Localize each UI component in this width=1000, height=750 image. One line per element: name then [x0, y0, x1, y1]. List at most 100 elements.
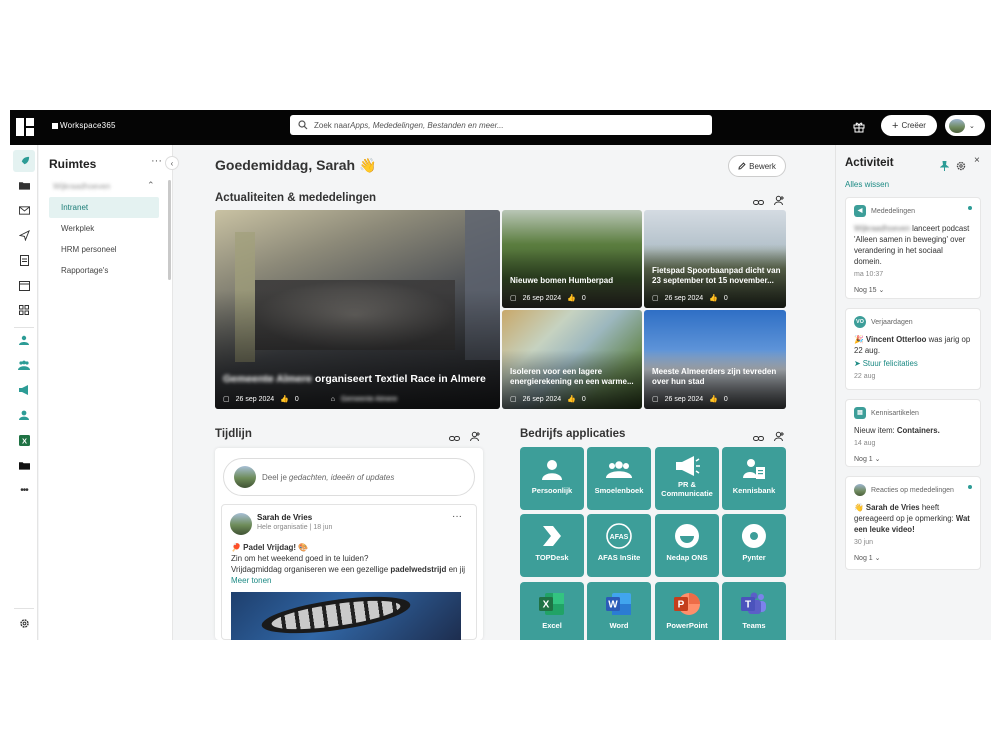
activity-card-reacties[interactable]: Reacties op mededelingen 👋 Sarah de Vrie… [845, 476, 981, 570]
app-teams[interactable]: T Teams [722, 582, 786, 640]
spaces-title: Ruimtes [49, 157, 97, 171]
show-more-link[interactable]: Nog 1 ⌄ [854, 553, 972, 564]
apps-grid-icon[interactable] [16, 302, 32, 318]
spaces-scrollbar[interactable] [168, 180, 171, 280]
clear-all-link[interactable]: Alles wissen [845, 180, 889, 189]
app-powerpoint[interactable]: P PowerPoint [655, 582, 719, 640]
search-input[interactable]: Zoek naar Apps, Mededelingen, Bestanden … [290, 115, 712, 135]
rocket-icon[interactable] [13, 150, 35, 172]
manage-users-icon[interactable] [774, 429, 785, 447]
app-kennisbank[interactable]: Kennisbank [722, 447, 786, 510]
unread-dot [968, 485, 972, 489]
wave-emoji: 👋 [854, 503, 864, 512]
pin-icon[interactable] [939, 158, 950, 176]
link-icon[interactable] [449, 430, 460, 448]
excel-icon[interactable]: X [16, 432, 32, 448]
app-excel[interactable]: X Excel [520, 582, 584, 640]
send-congrats-link[interactable]: ➤ Stuur felicitaties [854, 358, 972, 369]
svg-text:W: W [608, 600, 618, 611]
space-group-label[interactable]: Wijkraadhoeven [53, 182, 110, 191]
timeline-card: Deel je gedachten, ideeën of updates Sar… [215, 448, 483, 640]
edit-button[interactable]: Bewerk [728, 155, 786, 177]
post-meta: Hele organisatie | 18 jun [257, 524, 333, 531]
activity-card-mededelingen[interactable]: ◀ Mededelingen Wijkraadhoeven lanceert po… [845, 197, 981, 299]
book-icon: ▤ [854, 407, 866, 419]
group-icon[interactable] [16, 357, 32, 373]
party-icon: 🎉 [854, 335, 864, 344]
news-tile-almeerders-tevreden[interactable]: Meeste Almeerders zijn tevreden over hun… [644, 310, 786, 409]
pynter-icon [741, 519, 767, 553]
space-item-rapportages[interactable]: Rapportage's [49, 260, 159, 281]
app-smoelenboek[interactable]: Smoelenboek [587, 447, 651, 510]
spaces-panel: Ruimtes ··· ‹ Wijkraadhoeven ⌃ Intranet … [39, 145, 179, 640]
more-dots-icon[interactable]: ••• [16, 482, 32, 498]
app-pr-communicatie[interactable]: PR & Communicatie [655, 447, 719, 510]
news-meta: ▢ 26 sep 2024 👍 0 [652, 294, 728, 303]
workspace-logo-icon[interactable] [16, 118, 34, 136]
folder-icon[interactable] [16, 177, 32, 193]
search-icon [298, 120, 308, 130]
post-more-button[interactable]: ··· [452, 511, 462, 522]
group-icon [606, 452, 632, 486]
chevron-left-icon: ‹ [170, 158, 174, 168]
space-item-intranet[interactable]: Intranet [49, 197, 159, 218]
news-tile-fietspad[interactable]: Fietspad Spoorbaanpad dicht van 23 septe… [644, 210, 786, 308]
settings-gear-icon[interactable] [16, 615, 32, 631]
app-afas-insite[interactable]: AFAS AFAS InSite [587, 514, 651, 577]
rail-divider [14, 327, 34, 328]
app-pynter[interactable]: Pynter [722, 514, 786, 577]
spaces-more-button[interactable]: ··· [151, 155, 162, 167]
calendar-icon[interactable] [16, 277, 32, 293]
gift-icon[interactable] [853, 120, 865, 138]
post-image[interactable] [231, 592, 461, 640]
activity-card-verjaardagen[interactable]: VO Verjaardagen 🎉 Vincent Otterloo was ja… [845, 308, 981, 390]
people-icon[interactable] [16, 332, 32, 348]
chevron-up-icon[interactable]: ⌃ [147, 180, 155, 191]
unread-dot [968, 206, 972, 210]
news-tile-textiel-race[interactable]: Gemeente Almere organiseert Textiel Race… [215, 210, 500, 409]
manage-users-icon[interactable] [470, 429, 481, 447]
show-more-link[interactable]: Nog 1 ⌄ [854, 454, 972, 465]
gear-icon[interactable] [956, 158, 966, 176]
create-button[interactable]: + Creëer [881, 115, 937, 136]
close-icon[interactable]: × [974, 155, 980, 166]
search-prefix: Zoek naar [314, 120, 351, 130]
megaphone-icon[interactable] [16, 382, 32, 398]
person-icon[interactable] [16, 407, 32, 423]
thumbs-up-icon: 👍 [280, 396, 289, 403]
space-item-hrm-personeel[interactable]: HRM personeel [49, 239, 159, 260]
search-hint: Apps, Mededelingen, Bestanden en meer... [350, 120, 504, 130]
news-meta: ▢ 26 sep 2024 👍 0 [652, 395, 728, 404]
activity-title: Activiteit [845, 157, 894, 169]
mail-icon[interactable] [16, 202, 32, 218]
post-author[interactable]: Sarah de Vries [257, 513, 312, 522]
avatar [854, 484, 866, 496]
send-icon[interactable] [16, 227, 32, 243]
news-title: Gemeente Almere organiseert Textiel Race… [223, 373, 486, 385]
show-more-link[interactable]: Meer tonen [231, 575, 471, 586]
collapse-panel-button[interactable]: ‹ [165, 156, 179, 170]
svg-text:X: X [21, 436, 26, 445]
app-nedap-ons[interactable]: Nedap ONS [655, 514, 719, 577]
document-icon[interactable] [16, 252, 32, 268]
space-item-werkplek[interactable]: Werkplek [49, 218, 159, 239]
activity-card-kennisartikelen[interactable]: ▤ Kennisartikelen Nieuw item: Containers.… [845, 399, 981, 467]
news-tile-isoleren[interactable]: Isoleren voor een lagere energierekening… [502, 310, 642, 409]
top-bar: Workspace365 Zoek naar Apps, Mededelinge… [10, 110, 991, 145]
news-tile-nieuwe-bomen[interactable]: Nieuwe bomen Humberpad ▢ 26 sep 2024 👍 0 [502, 210, 642, 308]
powerpoint-icon: P [674, 587, 700, 621]
app-persoonlijk[interactable]: Persoonlijk [520, 447, 584, 510]
app-topdesk[interactable]: TOPDesk [520, 514, 584, 577]
link-icon[interactable] [753, 430, 764, 448]
user-avatar-button[interactable]: ⌄ [945, 115, 985, 136]
manage-users-icon[interactable] [774, 193, 785, 211]
tag-icon: ⌂ [330, 395, 336, 403]
teams-icon: T [741, 587, 767, 621]
app-word[interactable]: W Word [587, 582, 651, 640]
show-more-link[interactable]: Nog 15 ⌄ [854, 285, 972, 296]
folder-dark-icon[interactable] [16, 457, 32, 473]
avatar [234, 466, 256, 488]
svg-text:X: X [543, 600, 550, 611]
new-post-input[interactable]: Deel je gedachten, ideeën of updates [223, 458, 475, 496]
icon-rail: X ••• [10, 145, 38, 640]
